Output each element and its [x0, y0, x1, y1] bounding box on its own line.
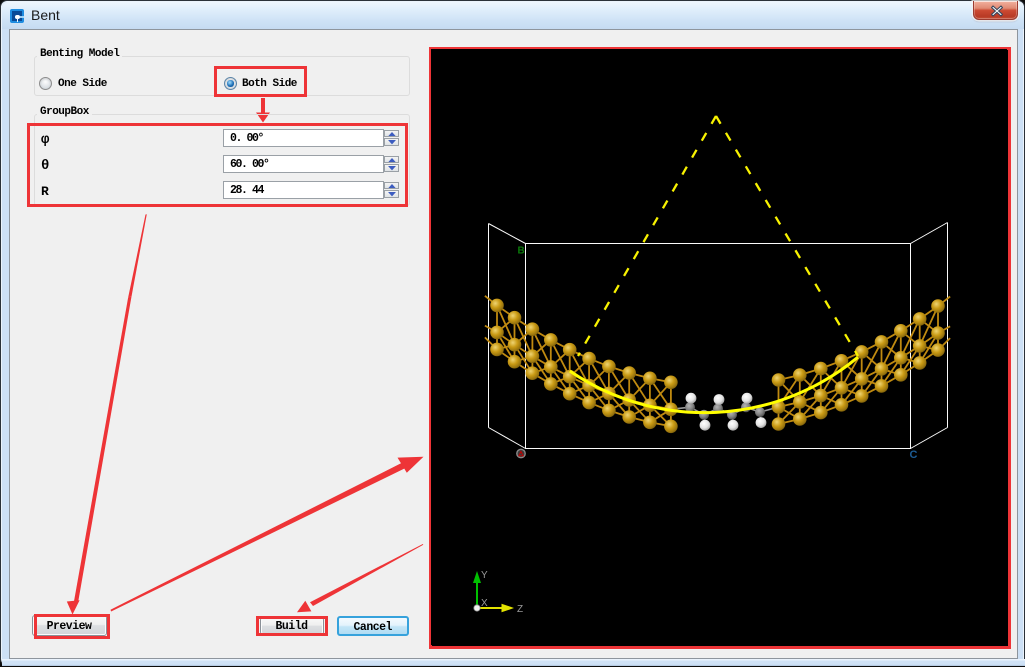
svg-text:B: B [518, 246, 525, 257]
svg-text:Y: Y [481, 570, 488, 581]
svg-text:Z: Z [517, 604, 523, 615]
svg-text:X: X [481, 598, 488, 609]
svg-text:C: C [910, 449, 918, 461]
